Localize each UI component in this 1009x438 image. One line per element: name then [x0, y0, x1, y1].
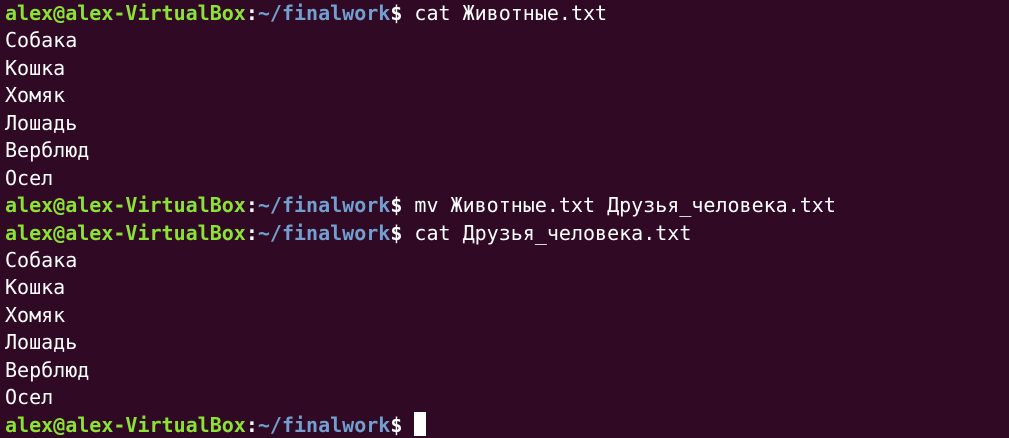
output-line: Осел: [5, 165, 1009, 192]
prompt-line: alex@alex-VirtualBox:~/finalwork$ cat Др…: [5, 220, 1009, 247]
output-line: Осел: [5, 384, 1009, 411]
output-line: Кошка: [5, 55, 1009, 82]
prompt-user-host: alex@alex-VirtualBox: [5, 220, 246, 245]
output-line: Хомяк: [5, 82, 1009, 109]
command-text: cat Животные.txt: [414, 1, 608, 25]
terminal-window[interactable]: alex@alex-VirtualBox:~/finalwork$ cat Жи…: [0, 0, 1009, 438]
output-text: Хомяк: [5, 302, 66, 327]
output-text: Верблюд: [5, 357, 90, 382]
prompt-user-host: alex@alex-VirtualBox: [5, 193, 246, 218]
prompt-dollar: $: [390, 193, 415, 218]
output-text: Собака: [5, 28, 78, 53]
prompt-dollar: $: [390, 1, 415, 25]
prompt-path: ~/finalwork: [257, 220, 391, 245]
prompt-colon: :: [245, 193, 258, 218]
prompt-colon: :: [245, 220, 258, 245]
output-text: Лошадь: [5, 110, 78, 135]
prompt-colon: :: [245, 1, 258, 25]
prompt-path: ~/finalwork: [257, 1, 391, 25]
prompt-line: alex@alex-VirtualBox:~/finalwork$ mv Жив…: [5, 192, 1009, 219]
prompt-dollar: $: [390, 220, 415, 245]
prompt-line: alex@alex-VirtualBox:~/finalwork$ cat Жи…: [5, 0, 1009, 27]
prompt-dollar: $: [390, 412, 415, 437]
prompt-colon: :: [245, 412, 258, 437]
output-line: Кошка: [5, 274, 1009, 301]
command-text: mv Животные.txt Друзья_человека.txt: [414, 193, 836, 218]
output-text: Осел: [5, 165, 54, 190]
output-text: Верблюд: [5, 138, 90, 163]
output-line: Хомяк: [5, 302, 1009, 329]
output-line: Собака: [5, 247, 1009, 274]
output-line: Верблюд: [5, 357, 1009, 384]
output-line: Лошадь: [5, 329, 1009, 356]
output-line: Собака: [5, 27, 1009, 54]
output-line: Лошадь: [5, 110, 1009, 137]
output-text: Хомяк: [5, 83, 66, 108]
prompt-path: ~/finalwork: [257, 193, 391, 218]
prompt-user-host: alex@alex-VirtualBox: [5, 412, 246, 437]
output-line: Верблюд: [5, 137, 1009, 164]
text-cursor[interactable]: [414, 411, 427, 436]
prompt-path: ~/finalwork: [257, 412, 391, 437]
command-text: cat Друзья_человека.txt: [414, 220, 692, 245]
output-text: Лошадь: [5, 330, 78, 355]
prompt-user-host: alex@alex-VirtualBox: [5, 1, 246, 25]
output-text: Кошка: [5, 275, 66, 300]
output-text: Осел: [5, 385, 54, 410]
output-text: Собака: [5, 247, 78, 272]
output-text: Кошка: [5, 55, 66, 80]
prompt-line: alex@alex-VirtualBox:~/finalwork$: [5, 411, 1009, 438]
